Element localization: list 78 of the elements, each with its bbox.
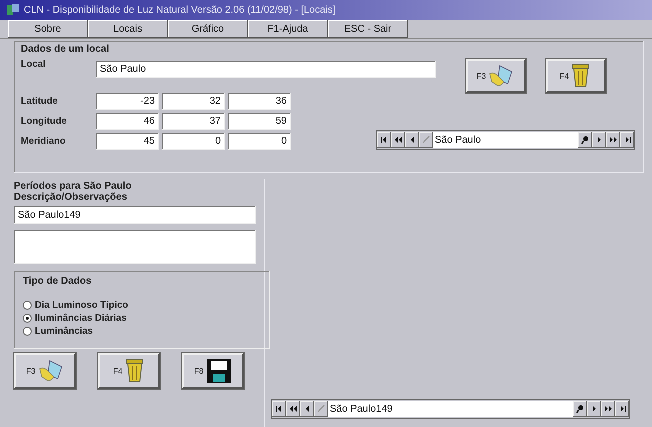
double-left-icon [394, 135, 402, 145]
key-label: F4 [113, 366, 123, 376]
radio-button[interactable] [23, 301, 32, 310]
number-field[interactable]: 32 [162, 93, 225, 110]
first-icon [274, 404, 284, 414]
field-label: Latitude [21, 96, 59, 107]
previous-page-button[interactable] [286, 401, 300, 417]
location-field[interactable]: São Paulo [96, 61, 436, 78]
radio-button[interactable] [23, 327, 32, 336]
new-button[interactable]: F3 [14, 353, 76, 389]
pencil-icon [422, 135, 430, 145]
number-field[interactable]: 36 [228, 93, 291, 110]
key-label: F3 [26, 366, 36, 376]
description-field[interactable]: São Paulo149 [14, 206, 256, 224]
search-button[interactable] [573, 401, 587, 417]
double-right-icon [608, 135, 618, 145]
previous-record-button[interactable] [405, 132, 419, 148]
key-label: F8 [194, 366, 204, 376]
window-title: CLN - Disponibilidade de Luz Natural Versão 2.06 (11/02/98) - [Locais] [24, 4, 336, 16]
number-field[interactable]: 37 [162, 113, 225, 130]
previous-page-button[interactable] [391, 132, 405, 148]
option-label: Dia Luminoso Típico [35, 300, 128, 311]
next-record-button[interactable] [587, 401, 601, 417]
number-field[interactable]: 0 [228, 133, 291, 150]
menu-item[interactable]: ESC - Sair [328, 20, 408, 38]
trash-can-icon [571, 63, 592, 89]
key-label: F4 [560, 72, 570, 80]
new-button[interactable]: F3 [466, 59, 526, 93]
first-record-button[interactable] [272, 401, 286, 417]
field-label: Descrição/Observações [14, 192, 128, 203]
first-icon [380, 135, 388, 145]
search-icon [576, 404, 584, 414]
number-field[interactable]: 45 [96, 133, 159, 150]
search-button[interactable] [578, 132, 592, 148]
app-icon [6, 3, 20, 17]
notes-field[interactable] [14, 230, 256, 264]
number-field[interactable]: -23 [96, 93, 159, 110]
option-label: Luminâncias [35, 326, 94, 337]
number-field[interactable]: 46 [96, 113, 159, 130]
double-left-icon [288, 404, 298, 414]
record-field[interactable]: São Paulo149 [328, 401, 573, 417]
delete-button[interactable]: F4 [546, 59, 606, 93]
pencil-icon [316, 404, 326, 414]
radio-option[interactable]: Dia Luminoso Típico [23, 299, 261, 312]
field-label: Meridiano [21, 136, 67, 147]
menu-item[interactable]: Sobre [8, 20, 88, 38]
section-title: Períodos para São Paulo [14, 181, 133, 192]
menu-item[interactable]: F1-Ajuda [248, 20, 328, 38]
menu-item[interactable]: Locais [88, 20, 168, 38]
field-label: Local [21, 59, 47, 70]
previous-record-button[interactable] [300, 401, 314, 417]
menu-item[interactable]: Gráfico [168, 20, 248, 38]
bookmark-button[interactable] [419, 132, 433, 148]
section-title: Dados de um local [21, 44, 110, 55]
hand-icon [38, 359, 64, 383]
save-button[interactable]: F8 [182, 353, 244, 389]
double-right-icon [604, 404, 612, 414]
last-record-button[interactable] [620, 132, 634, 148]
radio-button[interactable] [23, 314, 32, 323]
record-field[interactable]: São Paulo [433, 132, 578, 148]
next-page-button[interactable] [601, 401, 615, 417]
option-label: Iluminâncias Diárias [35, 313, 127, 324]
group-title: Tipo de Dados [23, 276, 93, 287]
last-record-button[interactable] [615, 401, 629, 417]
first-record-button[interactable] [377, 132, 391, 148]
search-icon [580, 135, 590, 145]
bookmark-button[interactable] [314, 401, 328, 417]
delete-button[interactable]: F4 [98, 353, 160, 389]
next-record-button[interactable] [592, 132, 606, 148]
next-page-button[interactable] [606, 132, 620, 148]
radio-option[interactable]: Luminâncias [23, 325, 261, 338]
field-label: Longitude [21, 116, 68, 127]
trash-can-icon [124, 358, 145, 384]
radio-option[interactable]: Iluminâncias Diárias [23, 312, 261, 325]
number-field[interactable]: 0 [162, 133, 225, 150]
number-field[interactable]: 59 [228, 113, 291, 130]
hand-icon [488, 64, 514, 88]
key-label: F3 [476, 72, 486, 80]
